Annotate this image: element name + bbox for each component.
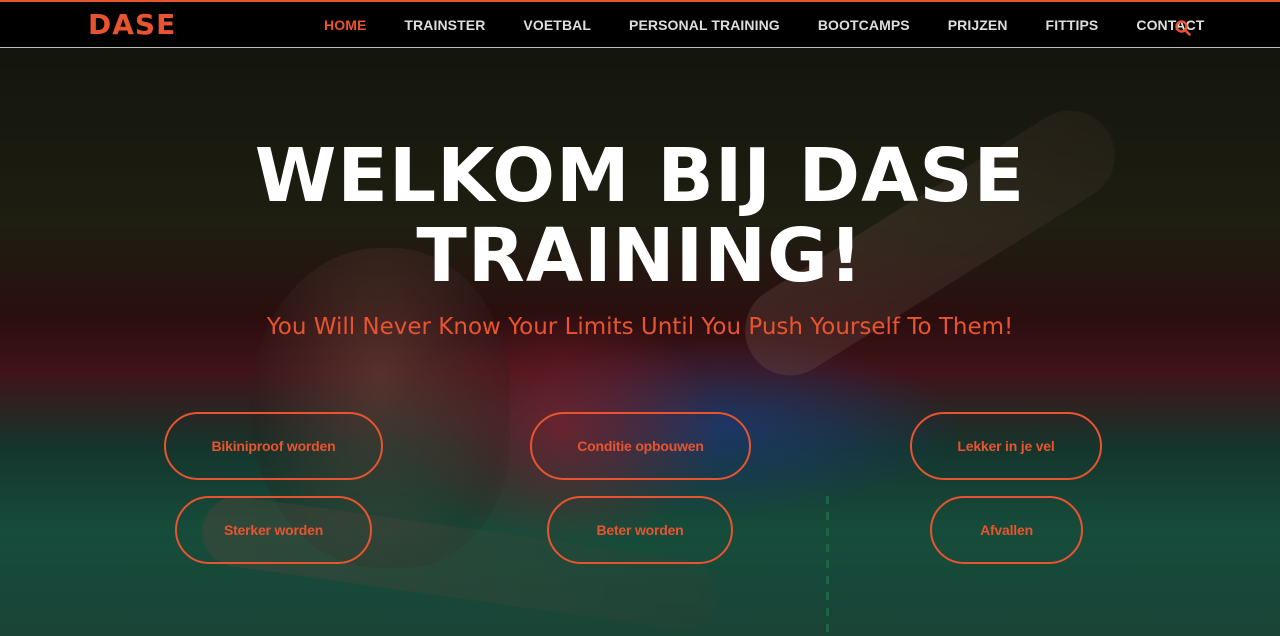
nav-item-bootcamps[interactable]: BOOTCAMPS [818, 17, 910, 33]
goal-button-beter[interactable]: Beter worden [547, 496, 733, 564]
hero-subtitle: You Will Never Know Your Limits Until Yo… [266, 314, 1014, 340]
hero-title-line-1: WELKOM BIJ DASE [254, 133, 1026, 219]
nav-item-personal-training[interactable]: PERSONAL TRAINING [629, 17, 780, 33]
nav-item-voetbal[interactable]: VOETBAL [523, 17, 591, 33]
logo[interactable]: DASE [88, 8, 176, 41]
nav-item-trainster[interactable]: TRAINSTER [404, 17, 485, 33]
main-menu: HOME TRAINSTER VOETBAL PERSONAL TRAINING… [305, 2, 1223, 48]
goal-button-conditie[interactable]: Conditie opbouwen [530, 412, 751, 480]
goal-button-lekker-in-je-vel[interactable]: Lekker in je vel [910, 412, 1102, 480]
hero-title: WELKOM BIJ DASE TRAINING! [190, 136, 1090, 296]
nav-item-contact[interactable]: CONTACT [1136, 17, 1204, 33]
nav-item-fittips[interactable]: FITTIPS [1046, 17, 1099, 33]
hero-section: WELKOM BIJ DASE TRAINING! You Will Never… [0, 48, 1280, 636]
nav-item-prijzen[interactable]: PRIJZEN [948, 17, 1008, 33]
goal-button-sterker[interactable]: Sterker worden [175, 496, 372, 564]
search-icon[interactable] [1174, 19, 1192, 37]
goal-button-afvallen[interactable]: Afvallen [930, 496, 1083, 564]
nav-item-home[interactable]: HOME [324, 17, 366, 33]
page: DASE HOME TRAINSTER VOETBAL PERSONAL TRA… [0, 0, 1280, 636]
goal-button-bikiniproof[interactable]: Bikiniproof worden [164, 412, 383, 480]
hero-title-line-2: TRAINING! [416, 213, 864, 299]
top-navbar: DASE HOME TRAINSTER VOETBAL PERSONAL TRA… [0, 0, 1280, 48]
